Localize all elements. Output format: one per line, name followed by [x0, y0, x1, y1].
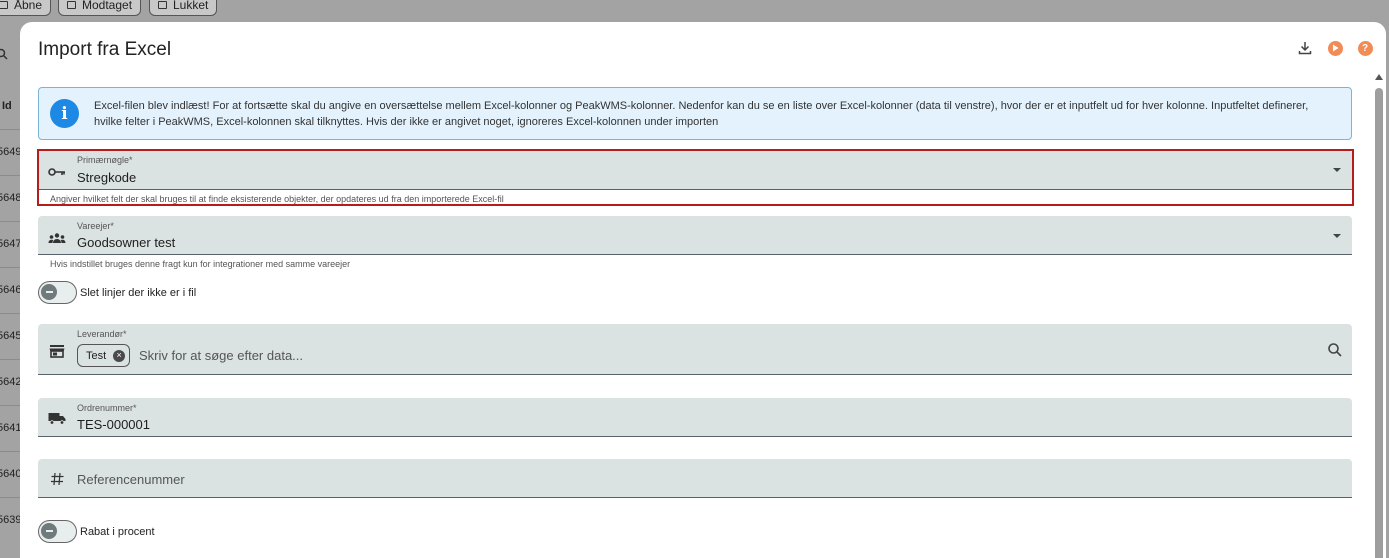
chevron-down-icon — [1333, 234, 1341, 238]
search-icon[interactable] — [1326, 341, 1344, 359]
goods-owner-select[interactable]: Vareejer* Goodsowner test — [38, 216, 1352, 255]
closed-filter-button[interactable]: Lukket — [149, 0, 218, 16]
background-toolbar: Åbne Modtaget Lukket — [0, 0, 1389, 18]
table-cell-id: 5648 — [0, 192, 22, 204]
delete-lines-label: Slet linjer der ikke er i fil — [80, 286, 197, 299]
toggle-off-icon — [41, 284, 57, 300]
download-icon[interactable] — [1296, 39, 1314, 57]
goods-owner-label: Vareejer* — [77, 221, 114, 231]
info-alert: i Excel-filen blev indlæst! For at forts… — [38, 87, 1352, 140]
primary-key-focus-frame — [37, 149, 1354, 206]
discount-label: Rabat i procent — [80, 525, 155, 538]
received-filter-button[interactable]: Modtaget — [58, 0, 142, 16]
table-cell-id: 5645 — [0, 330, 22, 342]
reference-number-field[interactable]: Referencenummer — [38, 459, 1352, 498]
order-number-field[interactable]: Ordrenummer* TES-000001 — [38, 398, 1352, 437]
table-cell-id: 5639 — [0, 514, 22, 526]
table-cell-id: 5649 — [0, 146, 22, 158]
inbox-icon — [67, 1, 76, 9]
table-cell-id: 5642 — [0, 376, 22, 388]
play-icon[interactable] — [1326, 39, 1344, 57]
info-icon: i — [50, 99, 79, 128]
truck-icon — [48, 410, 66, 426]
table-cell-id: 5647 — [0, 238, 22, 250]
toggle-off-icon — [41, 523, 57, 539]
goods-owner-hint: Hvis indstillet bruges denne fragt kun f… — [50, 259, 351, 269]
dialog-title: Import fra Excel — [38, 39, 172, 60]
open-filter-label: Åbne — [14, 0, 43, 12]
discount-toggle[interactable] — [38, 520, 77, 543]
table-cell-id: 5646 — [0, 284, 22, 296]
supplier-chip[interactable]: Test × — [77, 344, 131, 367]
scrollbar-thumb[interactable] — [1375, 88, 1383, 558]
supplier-field[interactable]: Leverandør* Test × Skriv for at søge eft… — [38, 324, 1352, 375]
discount-toggle-row: Rabat i procent — [38, 520, 155, 543]
delete-lines-toggle[interactable] — [38, 281, 77, 304]
search-icon — [0, 48, 8, 60]
import-excel-dialog: Import fra Excel ? i Excel-filen blev in… — [20, 22, 1386, 558]
help-icon[interactable]: ? — [1356, 39, 1374, 57]
folder-icon — [0, 1, 8, 9]
goods-owner-value: Goodsowner test — [77, 235, 176, 250]
checkbox-icon — [158, 1, 167, 9]
dialog-scrollbar[interactable] — [1374, 74, 1384, 558]
order-number-value: TES-000001 — [77, 417, 150, 432]
order-number-label: Ordrenummer* — [77, 403, 137, 413]
received-filter-label: Modtaget — [82, 0, 133, 12]
chip-remove-icon[interactable]: × — [113, 349, 126, 362]
supplier-search-input[interactable]: Skriv for at søge efter data... — [139, 348, 303, 363]
group-icon — [48, 230, 66, 246]
reference-number-placeholder: Referencenummer — [77, 472, 185, 487]
id-column-header: Id — [2, 100, 12, 112]
table-cell-id: 5641 — [0, 422, 22, 434]
hash-icon — [48, 471, 66, 487]
dialog-header-actions: ? — [1296, 39, 1374, 57]
supplier-label: Leverandør* — [77, 329, 127, 339]
info-text: Excel-filen blev indlæst! For at fortsæt… — [94, 100, 1309, 128]
open-filter-button[interactable]: Åbne — [0, 0, 52, 16]
closed-filter-label: Lukket — [173, 0, 209, 12]
store-icon — [48, 343, 66, 359]
table-cell-id: 5640 — [0, 468, 22, 480]
delete-lines-toggle-row: Slet linjer der ikke er i fil — [38, 281, 196, 304]
supplier-chip-label: Test — [86, 349, 107, 362]
scroll-up-arrow-icon[interactable] — [1375, 74, 1383, 80]
